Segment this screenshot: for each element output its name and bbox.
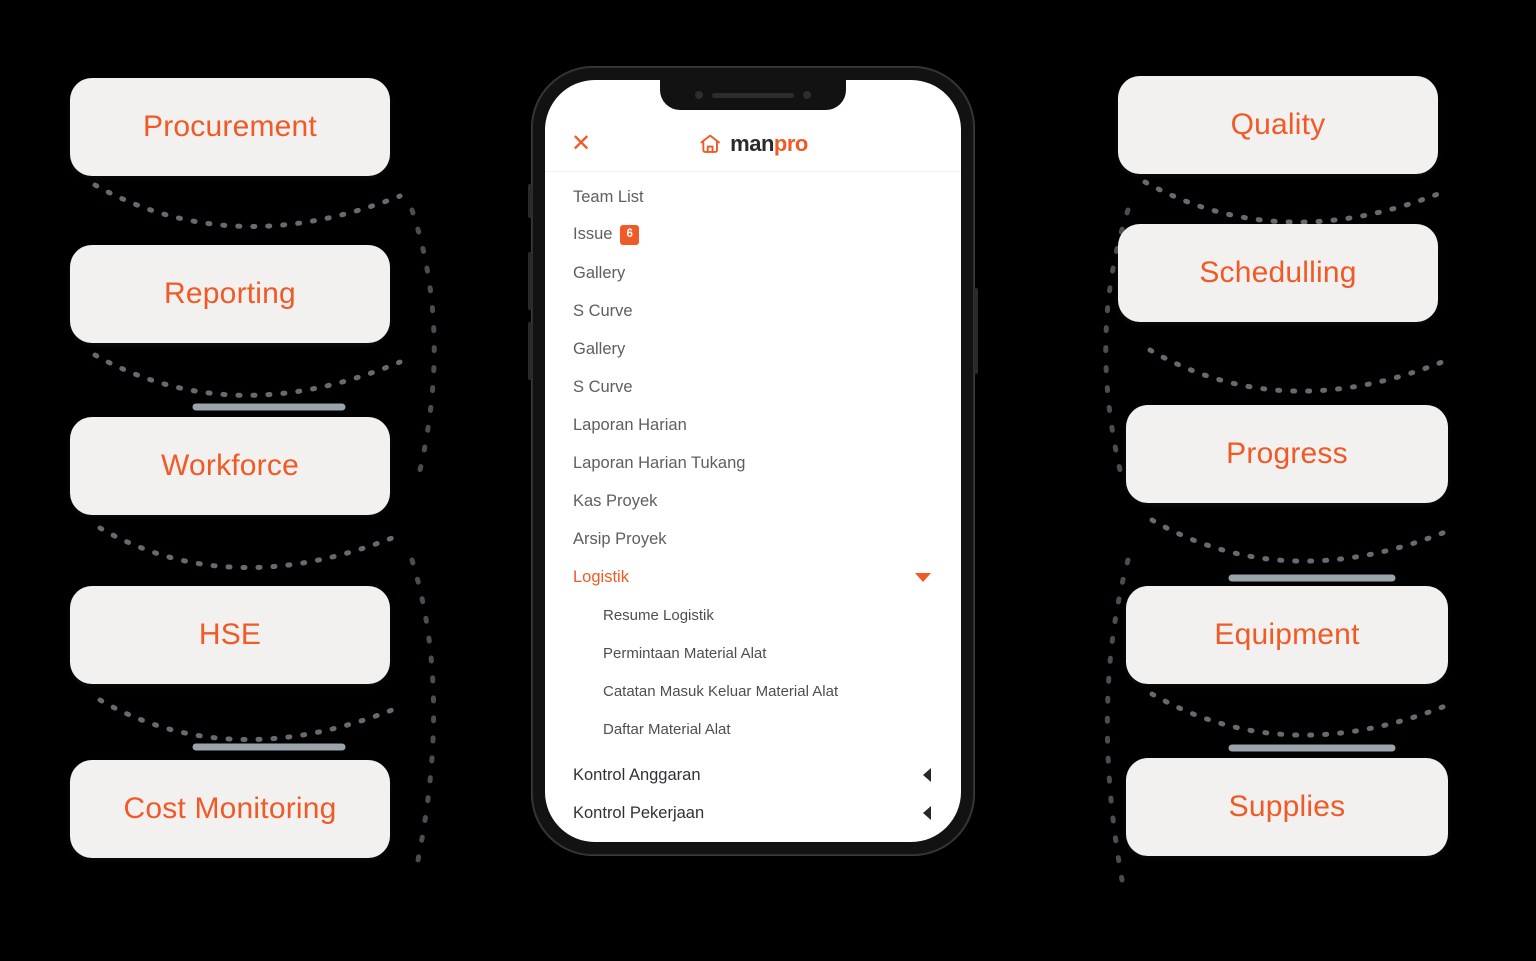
menu-item-label: Catatan Masuk Keluar Material Alat [603, 682, 839, 700]
phone-screen: ✕ manpro Team List Issue 6 Gallery S Cur… [545, 80, 961, 842]
menu-item-s-curve-1[interactable]: S Curve [545, 292, 961, 330]
app-header: ✕ manpro [545, 116, 961, 172]
menu-item-label: Kas Proyek [573, 491, 658, 510]
submenu-item-catatan-masuk-keluar-material-alat[interactable]: Catatan Masuk Keluar Material Alat [545, 672, 961, 710]
menu-item-label: Kontrol Pekerjaan [573, 803, 705, 822]
menu-item-label: Gallery [573, 263, 626, 282]
home-icon [700, 134, 720, 153]
menu-item-kontrol-anggaran[interactable]: Kontrol Anggaran [545, 756, 961, 794]
phone-power-button[interactable] [974, 288, 978, 374]
menu-item-logistik[interactable]: Logistik [545, 558, 961, 596]
brand-text-man: man [730, 130, 774, 156]
menu-item-label: Resume Logistik [603, 606, 714, 624]
menu-item-kas-proyek[interactable]: Kas Proyek [545, 482, 961, 520]
feature-card-label: Procurement [143, 110, 317, 143]
phone-volume-up-button[interactable] [528, 252, 532, 310]
menu-item-laporan-harian-tukang[interactable]: Laporan Harian Tukang [545, 444, 961, 482]
phone-mute-switch[interactable] [528, 184, 532, 218]
feature-card-label: Quality [1230, 108, 1326, 141]
feature-card-workforce[interactable]: Workforce [70, 417, 390, 515]
menu-item-label: Logistik [573, 567, 629, 586]
phone-mockup: ✕ manpro Team List Issue 6 Gallery S Cur… [528, 66, 978, 856]
feature-card-procurement[interactable]: Procurement [70, 78, 390, 176]
feature-card-label: Schedulling [1199, 256, 1357, 289]
feature-card-schedulling[interactable]: Schedulling [1118, 224, 1438, 322]
menu-item-label: Kontrol Anggaran [573, 765, 701, 784]
menu-item-label: Laporan Harian [573, 415, 687, 434]
front-camera-icon [695, 91, 703, 99]
menu-item-team-list[interactable]: Team List [545, 178, 961, 216]
menu-item-laporan-harian[interactable]: Laporan Harian [545, 406, 961, 444]
earpiece-speaker [712, 92, 794, 98]
brand-wordmark: manpro [730, 131, 808, 157]
menu-item-label: Permintaan Material Alat [603, 644, 767, 662]
feature-card-quality[interactable]: Quality [1118, 76, 1438, 174]
navigation-menu: Team List Issue 6 Gallery S Curve Gallery… [545, 172, 961, 832]
feature-card-label: HSE [198, 618, 262, 651]
close-icon[interactable]: ✕ [571, 131, 597, 156]
menu-item-label: S Curve [573, 301, 633, 320]
chevron-left-icon[interactable] [923, 806, 931, 820]
chevron-down-icon[interactable] [915, 572, 931, 582]
menu-item-s-curve-2[interactable]: S Curve [545, 368, 961, 406]
phone-notch [660, 80, 846, 110]
issue-count-badge: 6 [620, 225, 639, 245]
menu-item-issue[interactable]: Issue 6 [545, 216, 961, 254]
feature-card-label: Cost Monitoring [123, 792, 337, 825]
feature-card-label: Workforce [161, 449, 299, 482]
feature-card-reporting[interactable]: Reporting [70, 245, 390, 343]
menu-item-arsip-proyek[interactable]: Arsip Proyek [545, 520, 961, 558]
menu-item-label: Laporan Harian Tukang [573, 453, 746, 472]
brand-logo: manpro [698, 131, 808, 157]
menu-item-label: Arsip Proyek [573, 529, 667, 548]
menu-item-label: Team List [573, 187, 644, 206]
menu-item-gallery-1[interactable]: Gallery [545, 254, 961, 292]
brand-text-pro: pro [773, 130, 808, 156]
menu-item-label-wrap: Issue 6 [573, 225, 931, 245]
feature-card-supplies[interactable]: Supplies [1126, 758, 1448, 856]
feature-card-label: Supplies [1228, 790, 1346, 823]
feature-card-label: Progress [1226, 437, 1348, 470]
submenu-item-permintaan-material-alat[interactable]: Permintaan Material Alat [545, 634, 961, 672]
menu-item-label: Issue [573, 225, 613, 244]
submenu-item-resume-logistik[interactable]: Resume Logistik [545, 596, 961, 634]
menu-item-label: Gallery [573, 339, 626, 358]
feature-card-progress[interactable]: Progress [1126, 405, 1448, 503]
menu-item-kontrol-pekerjaan[interactable]: Kontrol Pekerjaan [545, 794, 961, 832]
menu-item-gallery-2[interactable]: Gallery [545, 330, 961, 368]
feature-card-equipment[interactable]: Equipment [1126, 586, 1448, 684]
feature-card-hse[interactable]: HSE [70, 586, 390, 684]
feature-card-label: Reporting [164, 277, 296, 310]
chevron-left-icon[interactable] [923, 768, 931, 782]
proximity-sensor-icon [803, 91, 811, 99]
menu-item-label: Daftar Material Alat [603, 720, 731, 738]
submenu-item-daftar-material-alat[interactable]: Daftar Material Alat [545, 710, 961, 748]
feature-card-label: Equipment [1214, 618, 1360, 651]
page-root: Procurement Reporting Workforce HSE Cost… [0, 0, 1536, 961]
feature-card-cost-monitoring[interactable]: Cost Monitoring [70, 760, 390, 858]
menu-item-label: S Curve [573, 377, 633, 396]
phone-volume-down-button[interactable] [528, 322, 532, 380]
